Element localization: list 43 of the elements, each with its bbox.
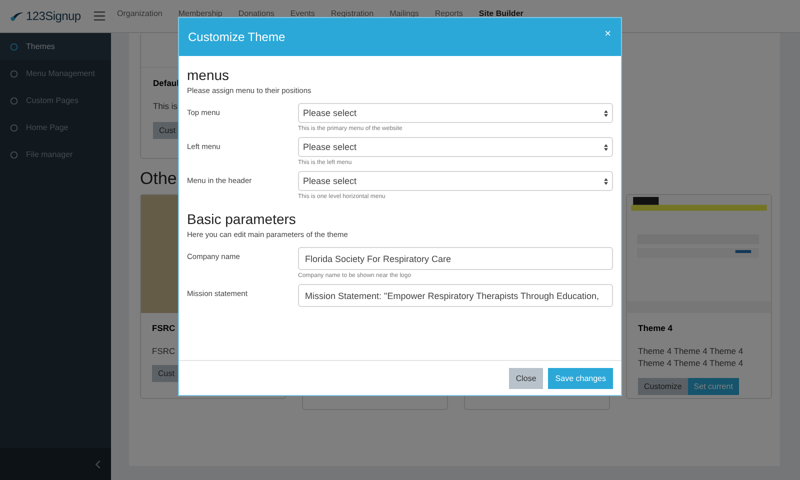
theme-description: This is [153,100,179,112]
updown-arrows-icon [604,178,608,184]
theme-title: Theme 4 [638,323,674,333]
sidebar-item[interactable]: Themes [0,33,111,60]
updown-arrows-icon [604,144,608,150]
nav-link[interactable]: Membership [178,8,222,18]
menu-icon[interactable] [94,11,105,21]
section-heading: Othe [140,169,177,189]
input-field[interactable]: Mission Statement: "Empower Respiratory Therapists Through Education, [298,284,613,307]
nav-link[interactable]: Events [290,8,315,18]
set-current-button[interactable]: Set current [688,378,739,395]
section-heading: menus [187,67,230,83]
circle-icon [10,42,18,50]
select-field[interactable]: Please select [298,171,613,191]
logo-icon [10,10,24,22]
updown-arrows-icon [604,110,608,116]
customize-button[interactable]: Customize [638,378,688,395]
theme-title: FSRC [152,323,176,333]
theme-description: Theme 4 Theme 4 Theme 4 Theme 4 Theme 4 Theme 4 [638,345,744,370]
save-button[interactable]: Save changes [548,368,613,388]
nav-link[interactable]: Registration [330,8,374,18]
circle-icon [10,70,18,78]
sidebar-label: Themes [26,42,55,51]
nav-link[interactable]: Reports [434,8,463,18]
nav-link[interactable]: Organization [117,8,162,18]
theme-title: Defaul [153,78,180,88]
input-field[interactable]: Florida Society For Respiratory Care [298,247,613,270]
section-heading: Basic parameters [187,211,297,227]
customize-button[interactable]: Cust [152,365,180,382]
nav-link[interactable]: Site Builder [478,8,524,18]
close-button[interactable]: Close [508,368,544,388]
select-field[interactable]: Please select [298,103,613,123]
dialog-title: Customize Theme [188,30,286,44]
nav-link[interactable]: Mailings [390,8,419,18]
circle-icon [10,96,18,104]
select-field[interactable]: Please select [298,137,613,157]
close-button[interactable]: × [602,28,613,40]
theme-description: FSRC [152,345,176,358]
circle-icon [10,124,18,132]
nav-link[interactable]: Donations [238,8,274,18]
circle-icon [10,150,18,158]
chevron-left-icon[interactable] [95,460,101,468]
logo-text: 123Signup [26,9,81,23]
